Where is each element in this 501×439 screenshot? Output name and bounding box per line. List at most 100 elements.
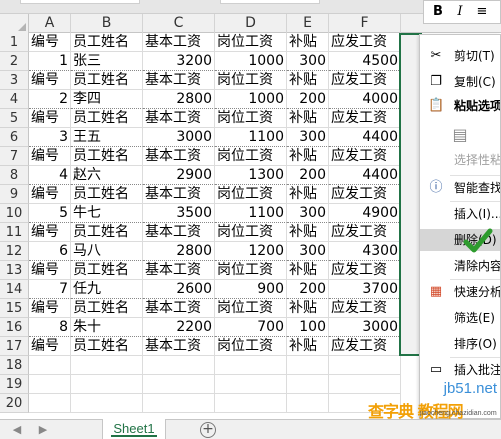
menu-item-paste-special[interactable]: 选择性粘贴... [420, 149, 500, 171]
table-cell[interactable]: 王五 [71, 128, 143, 147]
table-cell[interactable]: 基本工资 [143, 261, 215, 280]
previous-sheet-icon[interactable]: ◀ [12, 423, 22, 437]
table-cell[interactable]: 基本工资 [143, 71, 215, 90]
table-cell[interactable]: 员工姓名 [71, 261, 143, 280]
table-cell[interactable]: 基本工资 [143, 109, 215, 128]
table-cell[interactable]: 补贴 [287, 299, 329, 318]
table-cell[interactable]: 补贴 [287, 147, 329, 166]
table-cell[interactable]: 应发工资 [329, 185, 401, 204]
row-header[interactable]: 14 [0, 280, 29, 299]
table-cell[interactable]: 牛七 [71, 204, 143, 223]
table-cell[interactable]: 马八 [71, 242, 143, 261]
table-cell[interactable]: 基本工资 [143, 33, 215, 52]
table-cell[interactable]: 基本工资 [143, 223, 215, 242]
align-button[interactable]: ≡ [474, 4, 490, 20]
italic-button[interactable]: I [452, 4, 468, 20]
table-cell[interactable]: 编号 [29, 337, 71, 356]
menu-item-copy[interactable]: ❐ 复制(C) [420, 71, 500, 93]
table-cell[interactable]: 员工姓名 [71, 223, 143, 242]
table-cell[interactable]: 岗位工资 [215, 71, 287, 90]
menu-item-cut[interactable]: ✂ 剪切(T) [420, 45, 500, 67]
table-cell[interactable]: 2800 [143, 242, 215, 261]
bold-button[interactable]: B [430, 4, 446, 20]
table-cell[interactable] [71, 375, 143, 394]
row-header[interactable]: 15 [0, 299, 29, 318]
table-cell[interactable]: 基本工资 [143, 147, 215, 166]
table-cell[interactable]: 岗位工资 [215, 109, 287, 128]
table-cell[interactable]: 补贴 [287, 185, 329, 204]
table-cell[interactable]: 补贴 [287, 33, 329, 52]
table-cell[interactable]: 补贴 [287, 261, 329, 280]
table-cell[interactable]: 岗位工资 [215, 299, 287, 318]
row-header[interactable]: 17 [0, 337, 29, 356]
table-cell[interactable]: 应发工资 [329, 337, 401, 356]
table-cell[interactable]: 300 [287, 204, 329, 223]
table-cell[interactable]: 编号 [29, 33, 71, 52]
table-cell[interactable]: 3000 [143, 128, 215, 147]
table-cell[interactable] [29, 356, 71, 375]
table-cell[interactable]: 200 [287, 90, 329, 109]
table-cell[interactable]: 岗位工资 [215, 223, 287, 242]
row-header[interactable]: 2 [0, 52, 29, 71]
table-cell[interactable]: 1000 [215, 52, 287, 71]
table-cell[interactable] [143, 356, 215, 375]
row-header[interactable]: 1 [0, 33, 29, 52]
table-cell[interactable]: 编号 [29, 185, 71, 204]
row-header[interactable]: 20 [0, 394, 29, 413]
table-cell[interactable] [287, 356, 329, 375]
table-cell[interactable] [215, 356, 287, 375]
table-cell[interactable]: 100 [287, 318, 329, 337]
row-header[interactable]: 18 [0, 356, 29, 375]
table-cell[interactable] [329, 356, 401, 375]
table-cell[interactable]: 2200 [143, 318, 215, 337]
row-header[interactable]: 13 [0, 261, 29, 280]
table-cell[interactable]: 3500 [143, 204, 215, 223]
row-header[interactable]: 5 [0, 109, 29, 128]
sheet-tab-sheet1[interactable]: Sheet1 [102, 419, 166, 439]
table-cell[interactable]: 编号 [29, 109, 71, 128]
table-cell[interactable]: 编号 [29, 223, 71, 242]
table-cell[interactable]: 应发工资 [329, 33, 401, 52]
table-cell[interactable]: 3700 [329, 280, 401, 299]
table-cell[interactable]: 补贴 [287, 337, 329, 356]
row-header[interactable]: 7 [0, 147, 29, 166]
menu-item-clear-contents[interactable]: 清除内容(N) [420, 255, 500, 277]
table-cell[interactable]: 岗位工资 [215, 147, 287, 166]
table-cell[interactable]: 4500 [329, 52, 401, 71]
menu-item-insert[interactable]: 插入(I)... [420, 203, 500, 225]
table-cell[interactable]: 李四 [71, 90, 143, 109]
table-cell[interactable]: 4900 [329, 204, 401, 223]
menu-item-filter[interactable]: 筛选(E) [420, 307, 500, 329]
table-cell[interactable]: 300 [287, 242, 329, 261]
table-cell[interactable] [29, 394, 71, 413]
table-cell[interactable]: 6 [29, 242, 71, 261]
row-header[interactable]: 10 [0, 204, 29, 223]
table-cell[interactable]: 应发工资 [329, 71, 401, 90]
table-cell[interactable] [143, 394, 215, 413]
table-cell[interactable]: 应发工资 [329, 261, 401, 280]
row-header[interactable]: 6 [0, 128, 29, 147]
table-cell[interactable] [71, 394, 143, 413]
table-cell[interactable]: 基本工资 [143, 299, 215, 318]
table-cell[interactable]: 员工姓名 [71, 185, 143, 204]
table-cell[interactable]: 朱十 [71, 318, 143, 337]
paste-button[interactable]: ▤ [420, 121, 500, 151]
table-cell[interactable]: 编号 [29, 147, 71, 166]
table-cell[interactable]: 岗位工资 [215, 337, 287, 356]
menu-item-insert-comment[interactable]: ▭ 插入批注(M) [420, 359, 500, 381]
table-cell[interactable]: 基本工资 [143, 185, 215, 204]
table-cell[interactable]: 应发工资 [329, 147, 401, 166]
select-all-corner[interactable] [0, 14, 29, 33]
table-cell[interactable]: 补贴 [287, 223, 329, 242]
table-cell[interactable]: 员工姓名 [71, 71, 143, 90]
column-header-d[interactable]: D [215, 14, 287, 33]
table-cell[interactable]: 4400 [329, 166, 401, 185]
table-cell[interactable]: 编号 [29, 299, 71, 318]
table-cell[interactable]: 5 [29, 204, 71, 223]
menu-item-quick-analysis[interactable]: ▦ 快速分析(Q) [420, 281, 500, 303]
table-cell[interactable] [287, 375, 329, 394]
table-cell[interactable]: 700 [215, 318, 287, 337]
table-cell[interactable] [71, 356, 143, 375]
column-header-e[interactable]: E [287, 14, 329, 33]
table-cell[interactable]: 员工姓名 [71, 109, 143, 128]
